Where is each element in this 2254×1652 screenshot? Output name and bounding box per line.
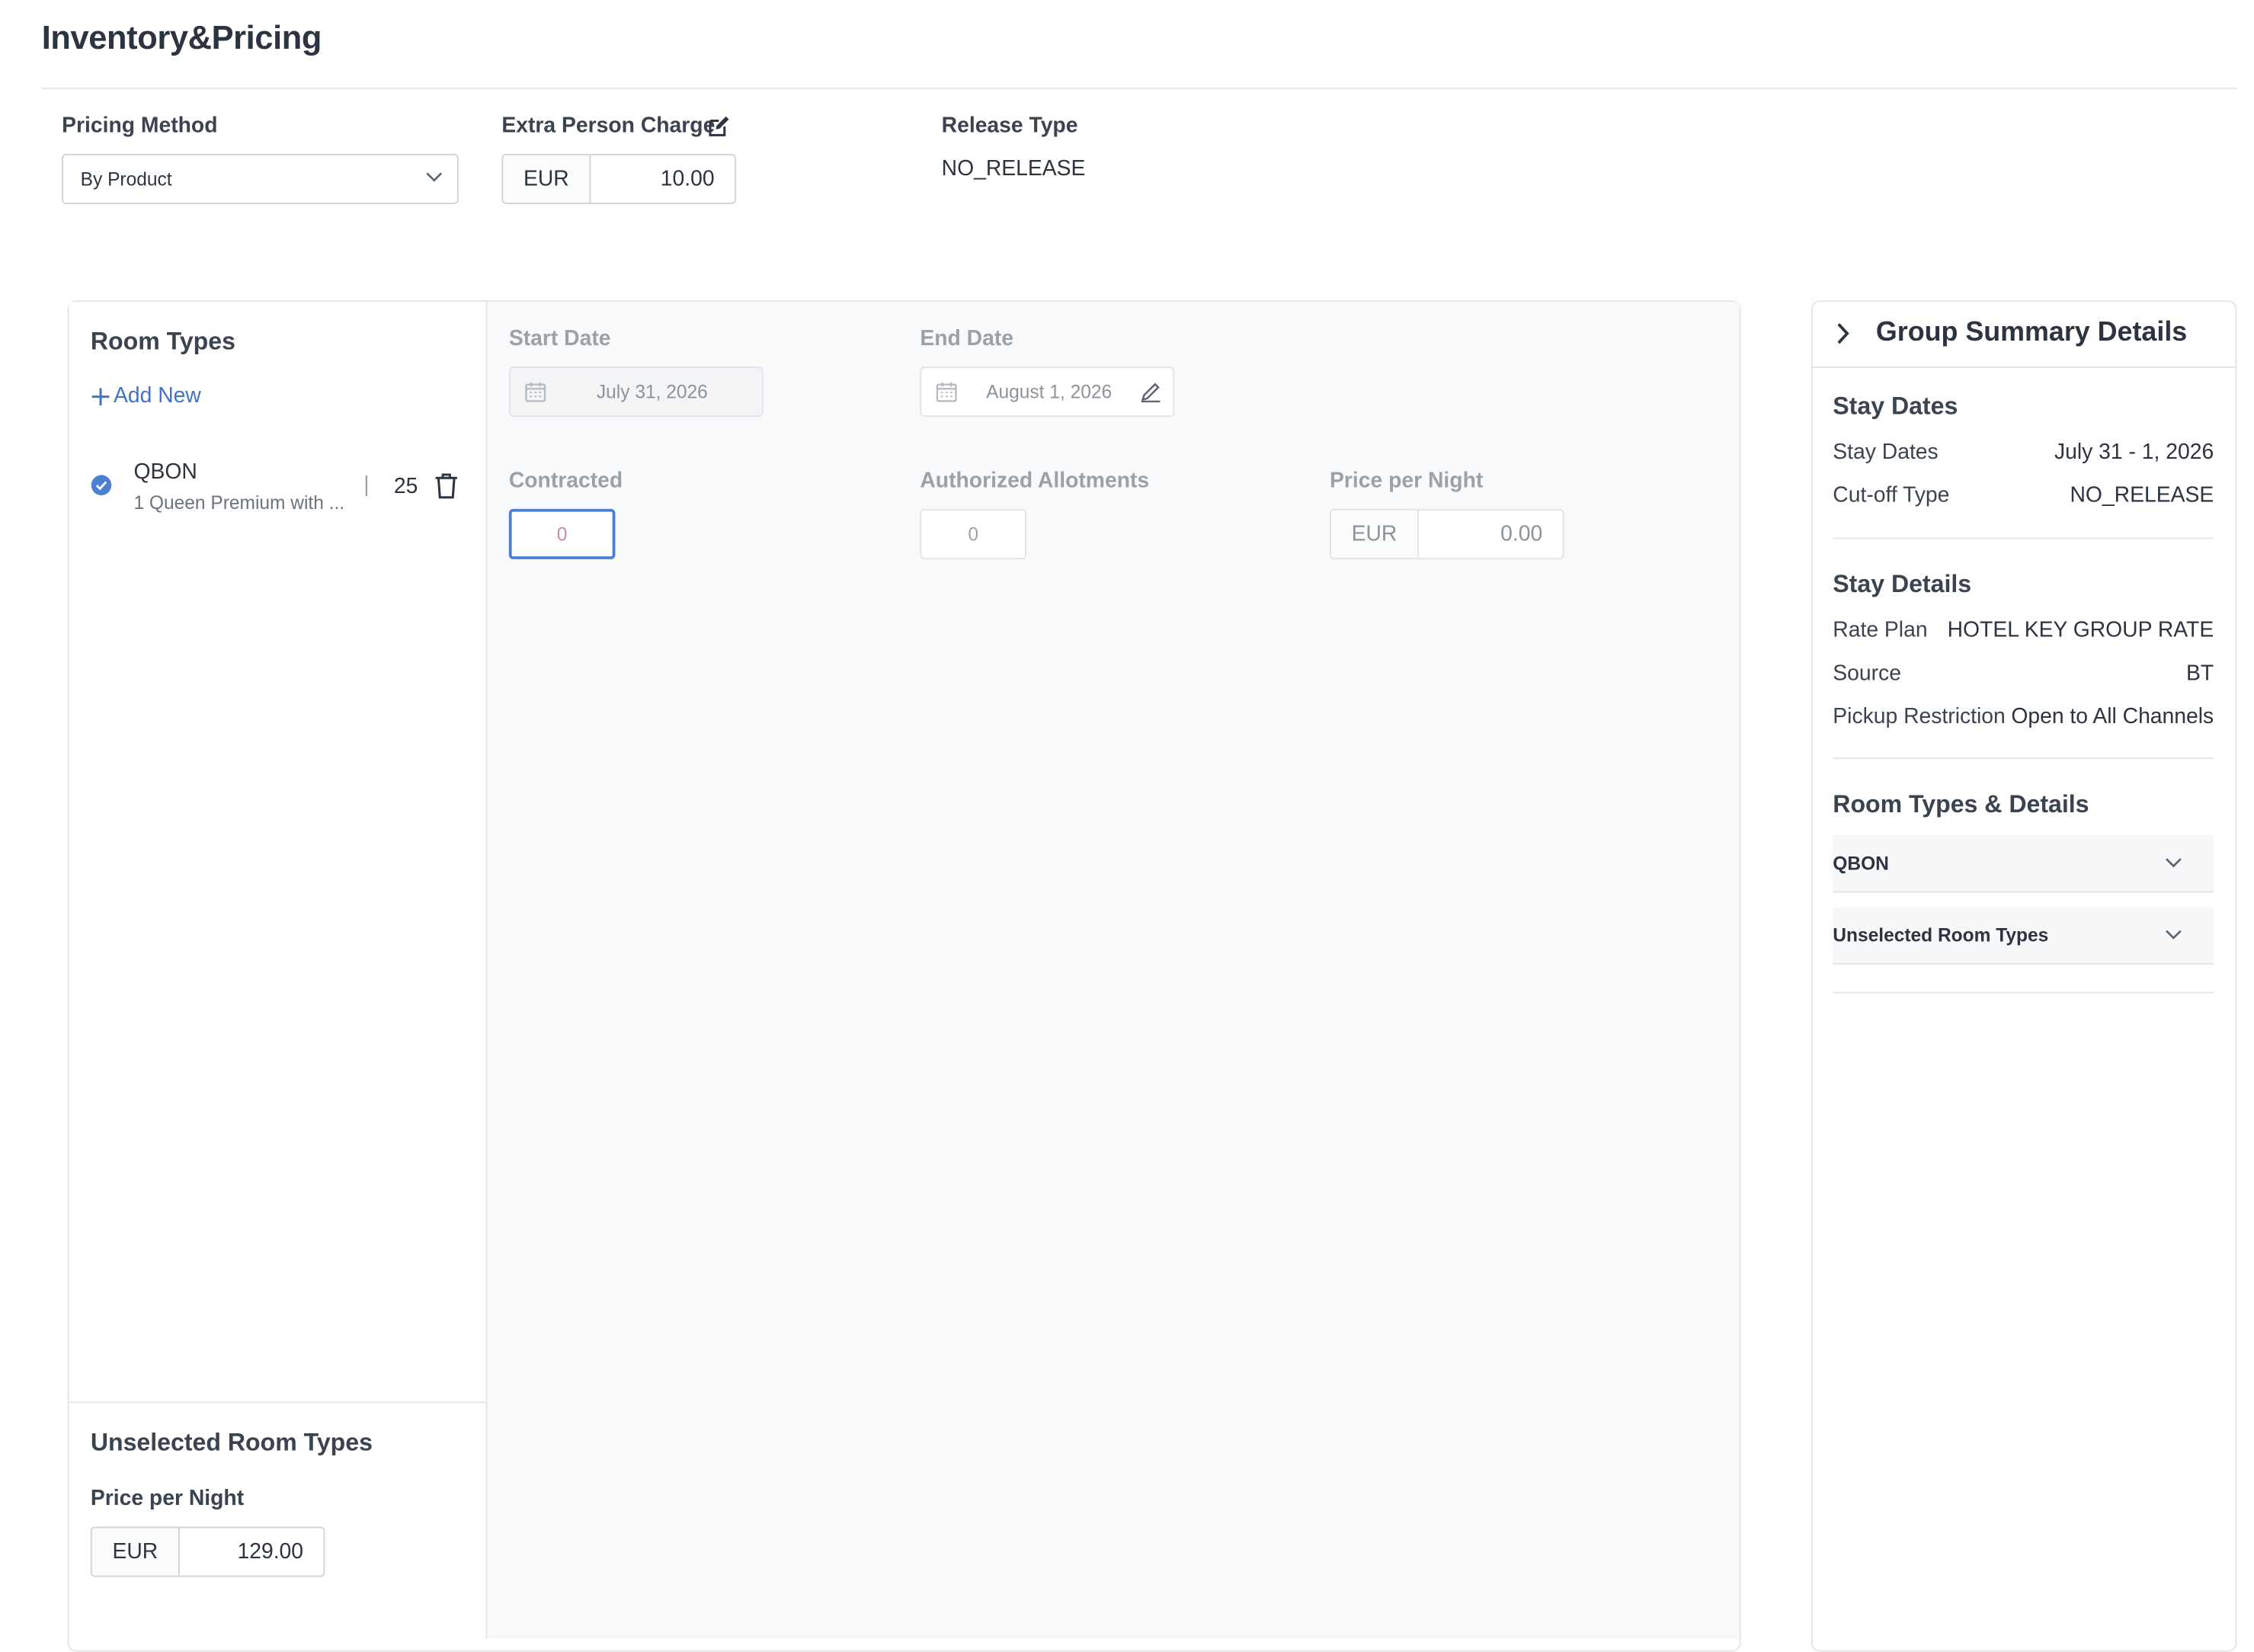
plus-icon — [91, 386, 110, 406]
price-currency: EUR — [1330, 510, 1419, 558]
extra-person-amount[interactable]: 10.00 — [591, 155, 735, 203]
unselected-currency: EUR — [91, 1528, 180, 1576]
room-type-description: 1 Queen Premium with ... — [133, 491, 345, 514]
price-per-night-label: Price per Night — [1330, 468, 1484, 494]
extra-person-currency: EUR — [503, 155, 591, 203]
contracted-input[interactable]: 0 — [508, 508, 616, 559]
chevron-down-icon — [2165, 929, 2182, 940]
summary-header-divider — [1812, 367, 2236, 368]
pickup-restriction-key: Pickup Restriction — [1833, 704, 2006, 729]
end-date-label: End Date — [920, 326, 1014, 351]
room-type-separator: | — [363, 472, 370, 498]
room-types-heading: Room Types — [90, 328, 235, 355]
unselected-amount[interactable]: 129.00 — [180, 1528, 324, 1575]
cutoff-type-key: Cut-off Type — [1833, 482, 1950, 507]
end-date-input[interactable]: August 1, 2026 — [920, 367, 1175, 418]
start-date-input[interactable]: July 31, 2026 — [508, 367, 764, 418]
room-type-count: 25 — [393, 474, 418, 499]
calendar-icon — [525, 381, 546, 402]
contracted-label: Contracted — [508, 468, 623, 494]
release-type-label: Release Type — [941, 114, 1078, 139]
cutoff-type-value: NO_RELEASE — [2070, 482, 2214, 507]
room-types-details-heading: Room Types & Details — [1833, 790, 2089, 818]
start-date-value: July 31, 2026 — [596, 380, 708, 403]
section-divider — [1833, 757, 2214, 760]
chevron-down-icon — [425, 171, 443, 182]
extra-person-charge-input[interactable]: EUR 10.00 — [501, 153, 736, 204]
price-amount[interactable]: 0.00 — [1419, 511, 1563, 558]
section-divider — [1833, 537, 2214, 539]
unselected-price-input[interactable]: EUR 129.00 — [90, 1526, 325, 1577]
pricing-method-label: Pricing Method — [62, 114, 218, 139]
group-summary-title: Group Summary Details — [1875, 317, 2188, 348]
pricing-method-value: By Product — [80, 168, 172, 190]
start-date-label: Start Date — [508, 326, 611, 351]
stay-dates-heading: Stay Dates — [1833, 392, 1958, 420]
chevron-right-icon[interactable] — [1836, 322, 1850, 345]
accordion-unselected-room-types[interactable]: Unselected Room Types — [1833, 907, 2214, 965]
pencil-icon[interactable] — [1140, 381, 1161, 403]
pricing-method-select[interactable]: By Product — [62, 153, 459, 204]
chevron-down-icon — [2165, 856, 2182, 868]
authorized-allotments-label: Authorized Allotments — [920, 468, 1150, 494]
unselected-divider — [69, 1401, 486, 1404]
unselected-price-label: Price per Night — [90, 1486, 245, 1511]
stay-dates-value: July 31 - 1, 2026 — [2054, 440, 2214, 465]
extra-person-charge-label: Extra Person Charge — [501, 114, 716, 139]
room-type-code[interactable]: QBON — [133, 460, 197, 485]
add-new-button[interactable]: Add New — [91, 384, 201, 408]
add-new-label: Add New — [114, 383, 201, 408]
edit-icon[interactable] — [707, 115, 730, 138]
unselected-room-types-heading: Unselected Room Types — [90, 1429, 373, 1457]
accordion-qbon[interactable]: QBON — [1833, 835, 2214, 893]
price-per-night-input[interactable]: EUR 0.00 — [1330, 508, 1564, 559]
rate-plan-key: Rate Plan — [1833, 618, 1928, 643]
stay-dates-key: Stay Dates — [1833, 440, 1939, 465]
stay-details-heading: Stay Details — [1833, 570, 1972, 598]
end-date-value: August 1, 2026 — [986, 380, 1113, 403]
calendar-icon — [936, 381, 957, 402]
accordion-label: Unselected Room Types — [1833, 924, 2049, 946]
pickup-restriction-value: Open to All Channels — [2011, 704, 2214, 729]
authorized-allotments-input[interactable]: 0 — [920, 508, 1026, 559]
section-divider — [1833, 991, 2214, 994]
trash-icon[interactable] — [434, 473, 459, 499]
source-key: Source — [1833, 661, 1901, 686]
release-type-value: NO_RELEASE — [941, 156, 1086, 181]
page-title: Inventory&Pricing — [41, 18, 322, 56]
check-circle-icon[interactable] — [91, 475, 112, 496]
source-value: BT — [2186, 661, 2214, 686]
title-divider — [41, 88, 2237, 89]
room-detail-panel — [487, 302, 1740, 1639]
accordion-label: QBON — [1833, 852, 1889, 874]
rate-plan-value: HOTEL KEY GROUP RATE — [1947, 618, 2214, 643]
